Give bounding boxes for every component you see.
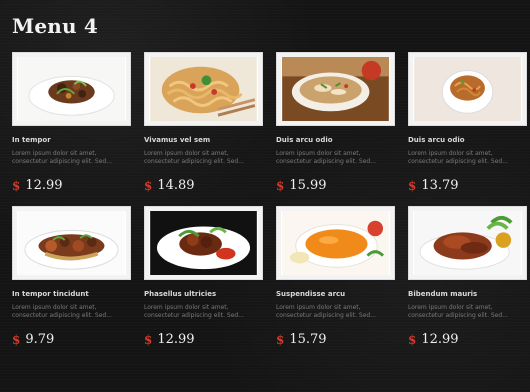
- price-tag: $ 15.79: [276, 332, 395, 348]
- menu-item-card[interactable]: Duis arcu odio Lorem ipsum dolor sit ame…: [408, 52, 527, 194]
- dish-name: Suspendisse arcu: [276, 290, 346, 298]
- dish-name: Duis arcu odio: [408, 136, 465, 144]
- roast-duck-image: [414, 211, 521, 275]
- price-tag: $ 12.99: [144, 332, 263, 348]
- menu-item-card[interactable]: Phasellus ultricies Lorem ipsum dolor si…: [144, 206, 263, 348]
- dish-name: In tempor: [12, 136, 51, 144]
- chicken-with-sauce-image: [150, 211, 257, 275]
- dish-description: Lorem ipsum dolor sit amet, consectetur …: [276, 150, 376, 165]
- price-value: 12.99: [25, 178, 63, 193]
- dish-photo[interactable]: [144, 52, 263, 126]
- menu-item-card[interactable]: Bibendum mauris Lorem ipsum dolor sit am…: [408, 206, 527, 348]
- dish-name: Vivamus vel sem: [144, 136, 211, 144]
- dish-description: Lorem ipsum dolor sit amet, consectetur …: [408, 304, 508, 319]
- price-value: 15.99: [289, 178, 327, 193]
- dish-description: Lorem ipsum dolor sit amet, consectetur …: [144, 304, 244, 319]
- page-title: Menu 4: [12, 14, 99, 38]
- menu-item-card[interactable]: Vivamus vel sem Lorem ipsum dolor sit am…: [144, 52, 263, 194]
- price-value: 13.79: [421, 178, 459, 193]
- price-tag: $ 15.99: [276, 178, 395, 194]
- pumpkin-soup-image: [282, 211, 389, 275]
- price-tag: $ 12.99: [408, 332, 527, 348]
- dish-photo[interactable]: [408, 52, 527, 126]
- dish-photo[interactable]: [276, 52, 395, 126]
- soup-bowl-image: [282, 57, 389, 121]
- currency-symbol: $: [408, 179, 417, 193]
- dish-description: Lorem ipsum dolor sit amet, consectetur …: [144, 150, 244, 165]
- currency-symbol: $: [12, 179, 21, 193]
- currency-symbol: $: [276, 333, 285, 347]
- price-value: 12.99: [157, 332, 195, 347]
- pasta-bowl-image: [414, 57, 521, 121]
- dish-name: Duis arcu odio: [276, 136, 333, 144]
- currency-symbol: $: [144, 333, 153, 347]
- stir-fry-plate-image: [18, 57, 125, 121]
- dish-photo[interactable]: [144, 206, 263, 280]
- price-tag: $ 14.89: [144, 178, 263, 194]
- currency-symbol: $: [408, 333, 417, 347]
- noodles-with-chopsticks-image: [150, 57, 257, 121]
- currency-symbol: $: [144, 179, 153, 193]
- dish-photo[interactable]: [408, 206, 527, 280]
- dish-photo[interactable]: [276, 206, 395, 280]
- price-value: 9.79: [25, 332, 55, 347]
- menu-grid: In tempor Lorem ipsum dolor sit amet, co…: [12, 52, 527, 348]
- price-value: 12.99: [421, 332, 459, 347]
- dish-name: Phasellus ultricies: [144, 290, 217, 298]
- dish-description: Lorem ipsum dolor sit amet, consectetur …: [12, 150, 112, 165]
- currency-symbol: $: [276, 179, 285, 193]
- dish-photo[interactable]: [12, 206, 131, 280]
- price-value: 14.89: [157, 178, 195, 193]
- price-tag: $ 9.79: [12, 332, 131, 348]
- menu-item-card[interactable]: In tempor Lorem ipsum dolor sit amet, co…: [12, 52, 131, 194]
- dish-name: Bibendum mauris: [408, 290, 478, 298]
- dish-description: Lorem ipsum dolor sit amet, consectetur …: [408, 150, 508, 165]
- dish-photo[interactable]: [12, 52, 131, 126]
- mixed-grill-plate-image: [18, 211, 125, 275]
- price-tag: $ 12.99: [12, 178, 131, 194]
- dish-description: Lorem ipsum dolor sit amet, consectetur …: [276, 304, 376, 319]
- menu-item-card[interactable]: In tempor tincidunt Lorem ipsum dolor si…: [12, 206, 131, 348]
- currency-symbol: $: [12, 333, 21, 347]
- price-tag: $ 13.79: [408, 178, 527, 194]
- menu-item-card[interactable]: Duis arcu odio Lorem ipsum dolor sit ame…: [276, 52, 395, 194]
- dish-description: Lorem ipsum dolor sit amet, consectetur …: [12, 304, 112, 319]
- menu-item-card[interactable]: Suspendisse arcu Lorem ipsum dolor sit a…: [276, 206, 395, 348]
- price-value: 15.79: [289, 332, 327, 347]
- dish-name: In tempor tincidunt: [12, 290, 89, 298]
